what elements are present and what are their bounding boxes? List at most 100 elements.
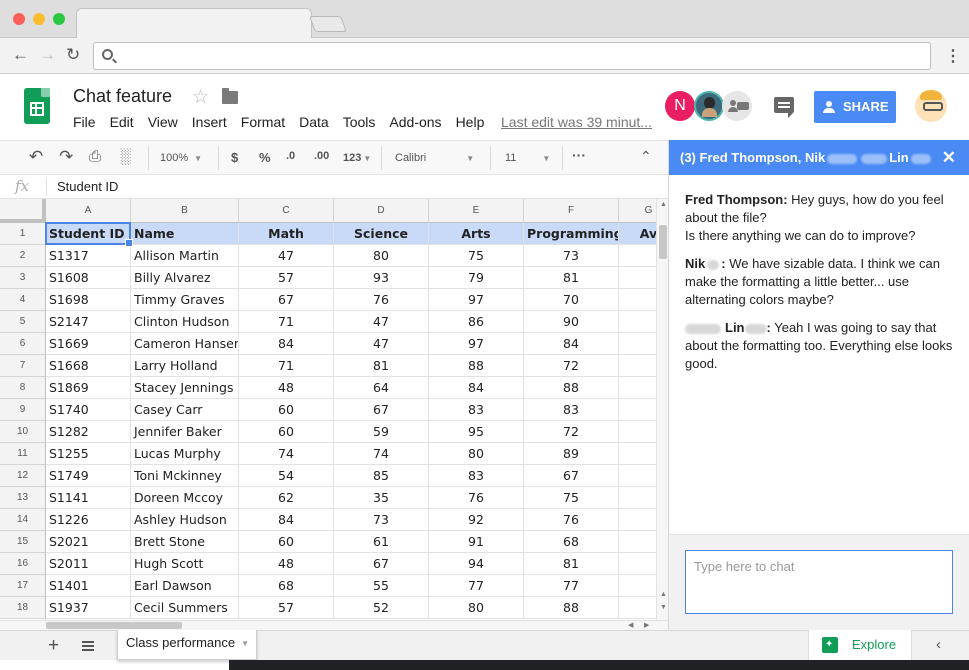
table-cell[interactable]: 60: [239, 531, 334, 553]
table-cell[interactable]: 76: [524, 509, 619, 531]
table-cell[interactable]: 68: [239, 575, 334, 597]
table-cell[interactable]: Brett Stone: [131, 531, 239, 553]
scroll-thumb[interactable]: [659, 225, 667, 259]
font-size-select[interactable]: 11 ▼: [505, 152, 550, 164]
table-cell[interactable]: 80: [429, 443, 524, 465]
table-cell[interactable]: [619, 311, 656, 333]
row-header[interactable]: 4: [0, 289, 46, 311]
more-formats-select[interactable]: 123 ▼: [343, 152, 371, 164]
table-cell[interactable]: Clinton Hudson: [131, 311, 239, 333]
row-header[interactable]: 18: [0, 597, 46, 619]
table-cell[interactable]: Timmy Graves: [131, 289, 239, 311]
table-cell[interactable]: 81: [524, 553, 619, 575]
table-cell[interactable]: S1668: [46, 355, 131, 377]
scroll-up-icon[interactable]: ▲: [660, 591, 667, 598]
table-cell[interactable]: [619, 377, 656, 399]
table-cell[interactable]: 77: [524, 575, 619, 597]
table-cell[interactable]: [619, 487, 656, 509]
browser-tab[interactable]: [76, 8, 312, 39]
table-cell[interactable]: [619, 399, 656, 421]
chevron-left-icon[interactable]: ‹: [936, 636, 941, 653]
header-cell[interactable]: Arts: [429, 223, 524, 245]
table-cell[interactable]: Casey Carr: [131, 399, 239, 421]
table-cell[interactable]: 71: [239, 355, 334, 377]
table-cell[interactable]: 48: [239, 553, 334, 575]
maximize-window-icon[interactable]: [53, 13, 65, 25]
chat-collaborators-icon[interactable]: [722, 91, 752, 121]
table-cell[interactable]: Stacey Jennings: [131, 377, 239, 399]
increase-decimal-button[interactable]: .00: [314, 150, 329, 162]
header-cell[interactable]: Programming: [524, 223, 619, 245]
table-cell[interactable]: 81: [524, 267, 619, 289]
table-cell[interactable]: 48: [239, 377, 334, 399]
table-cell[interactable]: S1669: [46, 333, 131, 355]
table-cell[interactable]: 77: [429, 575, 524, 597]
header-cell[interactable]: Av: [619, 223, 656, 245]
row-header[interactable]: 12: [0, 465, 46, 487]
collaborator-avatar-photo[interactable]: [694, 91, 724, 121]
scroll-thumb[interactable]: [46, 622, 182, 629]
row-header[interactable]: 7: [0, 355, 46, 377]
format-currency-button[interactable]: $: [231, 150, 238, 165]
table-cell[interactable]: 47: [334, 333, 429, 355]
table-cell[interactable]: Doreen Mccoy: [131, 487, 239, 509]
close-window-icon[interactable]: [13, 13, 25, 25]
table-cell[interactable]: Billy Alvarez: [131, 267, 239, 289]
table-cell[interactable]: Cameron Hansen: [131, 333, 239, 355]
table-cell[interactable]: 57: [239, 267, 334, 289]
table-cell[interactable]: Allison Martin: [131, 245, 239, 267]
table-cell[interactable]: 73: [524, 245, 619, 267]
table-cell[interactable]: S1141: [46, 487, 131, 509]
spreadsheet-grid[interactable]: A B C D E F G 1 Student ID Name Math Science Arts Pro…: [0, 199, 656, 620]
table-cell[interactable]: 88: [524, 377, 619, 399]
forward-icon[interactable]: →: [39, 46, 56, 64]
new-tab-button[interactable]: [309, 16, 347, 32]
column-header-f[interactable]: F: [524, 199, 619, 223]
table-cell[interactable]: 60: [239, 399, 334, 421]
star-icon[interactable]: ☆: [192, 86, 209, 109]
table-cell[interactable]: 76: [334, 289, 429, 311]
back-icon[interactable]: ←: [12, 46, 29, 64]
menu-insert[interactable]: Insert: [192, 114, 227, 130]
table-cell[interactable]: S1226: [46, 509, 131, 531]
collaborator-avatar[interactable]: N: [665, 91, 695, 121]
table-cell[interactable]: 67: [334, 399, 429, 421]
table-cell[interactable]: 74: [239, 443, 334, 465]
row-header[interactable]: 9: [0, 399, 46, 421]
select-all-corner[interactable]: [0, 199, 46, 223]
table-cell[interactable]: 72: [524, 421, 619, 443]
share-button[interactable]: SHARE: [814, 91, 896, 123]
table-cell[interactable]: [619, 333, 656, 355]
row-header[interactable]: 17: [0, 575, 46, 597]
table-cell[interactable]: 47: [334, 311, 429, 333]
row-header[interactable]: 2: [0, 245, 46, 267]
table-cell[interactable]: S1401: [46, 575, 131, 597]
scroll-down-icon[interactable]: ▼: [660, 604, 667, 611]
table-cell[interactable]: 67: [334, 553, 429, 575]
table-cell[interactable]: 67: [239, 289, 334, 311]
menu-data[interactable]: Data: [299, 114, 329, 130]
table-cell[interactable]: 76: [429, 487, 524, 509]
table-cell[interactable]: [619, 421, 656, 443]
menu-help[interactable]: Help: [456, 114, 485, 130]
table-cell[interactable]: S1255: [46, 443, 131, 465]
table-cell[interactable]: Lucas Murphy: [131, 443, 239, 465]
menu-edit[interactable]: Edit: [110, 114, 134, 130]
table-cell[interactable]: 79: [429, 267, 524, 289]
table-cell[interactable]: [619, 267, 656, 289]
table-cell[interactable]: Cecil Summers: [131, 597, 239, 619]
scroll-right-icon[interactable]: ▶: [644, 621, 649, 629]
table-cell[interactable]: S1749: [46, 465, 131, 487]
scroll-up-icon[interactable]: ▲: [660, 201, 667, 208]
table-cell[interactable]: [619, 531, 656, 553]
chat-input[interactable]: [685, 550, 953, 614]
table-cell[interactable]: 52: [334, 597, 429, 619]
table-cell[interactable]: 84: [239, 509, 334, 531]
close-icon[interactable]: ✕: [942, 140, 956, 175]
all-sheets-icon[interactable]: [82, 641, 94, 651]
table-cell[interactable]: 75: [429, 245, 524, 267]
sheets-logo-icon[interactable]: [24, 88, 50, 124]
table-cell[interactable]: 80: [334, 245, 429, 267]
header-cell[interactable]: Student ID: [46, 223, 131, 245]
kebab-menu-icon[interactable]: ⋮: [945, 46, 961, 66]
